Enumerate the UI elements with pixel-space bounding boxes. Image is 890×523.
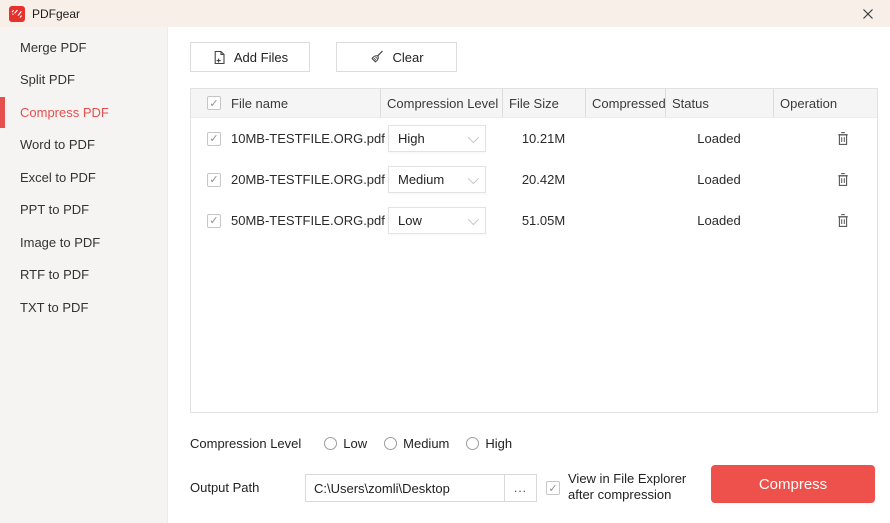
sidebar: Merge PDF Split PDF Compress PDF Word to… bbox=[0, 27, 168, 523]
sidebar-item-label: Merge PDF bbox=[20, 39, 87, 55]
radio-circle-icon bbox=[466, 436, 480, 450]
add-files-label: Add Files bbox=[233, 49, 289, 65]
status-cell: Loaded bbox=[697, 131, 741, 146]
compress-button[interactable]: Compress bbox=[711, 465, 875, 503]
chevron-down-icon bbox=[467, 131, 480, 143]
pdfgear-window: PDFgear Merge PDF Split PDF Compress PDF… bbox=[0, 0, 890, 523]
sidebar-item-excel-to-pdf[interactable]: Excel to PDF bbox=[0, 161, 167, 194]
sidebar-item-merge-pdf[interactable]: Merge PDF bbox=[0, 31, 167, 64]
radio-high-label: High bbox=[485, 435, 513, 451]
select-all-checkbox[interactable]: ✓ bbox=[207, 96, 221, 110]
sidebar-item-label: TXT to PDF bbox=[20, 299, 89, 315]
sidebar-item-ppt-to-pdf[interactable]: PPT to PDF bbox=[0, 194, 167, 227]
column-header-file-size: File Size bbox=[502, 89, 585, 117]
compression-level-select[interactable]: High bbox=[388, 125, 486, 152]
close-icon[interactable] bbox=[855, 0, 881, 27]
radio-circle-icon bbox=[384, 436, 398, 450]
chevron-down-icon bbox=[467, 213, 480, 225]
column-header-operation: Operation bbox=[773, 89, 877, 117]
radio-low[interactable]: Low bbox=[324, 436, 367, 451]
column-header-status: Status bbox=[665, 89, 773, 117]
selected-level-label: High bbox=[398, 131, 425, 146]
radio-low-label: Low bbox=[343, 435, 368, 451]
selected-level-label: Medium bbox=[398, 172, 445, 187]
output-path-input[interactable] bbox=[305, 474, 505, 502]
compress-label: Compress bbox=[758, 475, 828, 493]
radio-medium[interactable]: Medium bbox=[384, 436, 449, 451]
file-name-cell: ✓ 10MB-TESTFILE.ORG.pdf bbox=[191, 131, 385, 146]
sidebar-item-image-to-pdf[interactable]: Image to PDF bbox=[0, 226, 167, 259]
file-name-header-label: File name bbox=[231, 95, 289, 111]
compression-level-select[interactable]: Low bbox=[388, 207, 486, 234]
titlebar: PDFgear bbox=[0, 0, 890, 27]
sidebar-item-word-to-pdf[interactable]: Word to PDF bbox=[0, 129, 167, 162]
compression-level-select[interactable]: Medium bbox=[388, 166, 486, 193]
radio-medium-label: Medium bbox=[403, 435, 450, 451]
column-header-compression-level: Compression Level bbox=[380, 89, 502, 117]
table-row: ✓ 10MB-TESTFILE.ORG.pdf High 10.21M Load… bbox=[191, 118, 877, 159]
sidebar-item-label: Image to PDF bbox=[20, 234, 101, 250]
file-name-label: 50MB-TESTFILE.ORG.pdf bbox=[231, 213, 385, 228]
trash-icon[interactable] bbox=[833, 169, 853, 191]
browse-label: ... bbox=[513, 481, 527, 495]
selected-level-label: Low bbox=[398, 213, 422, 228]
column-header-compressed: Compressed bbox=[585, 89, 666, 117]
file-name-label: 20MB-TESTFILE.ORG.pdf bbox=[231, 172, 385, 187]
sidebar-item-split-pdf[interactable]: Split PDF bbox=[0, 64, 167, 97]
broom-icon bbox=[369, 49, 385, 65]
sidebar-item-txt-to-pdf[interactable]: TXT to PDF bbox=[0, 291, 167, 324]
file-size-cell: 20.42M bbox=[521, 172, 566, 187]
add-files-button[interactable]: Add Files bbox=[190, 42, 310, 72]
files-table: ✓ File name Compression Level File Size … bbox=[190, 88, 878, 413]
add-file-icon bbox=[212, 50, 227, 65]
sidebar-item-label: PPT to PDF bbox=[20, 202, 90, 218]
status-cell: Loaded bbox=[697, 172, 741, 187]
row-checkbox[interactable]: ✓ bbox=[207, 172, 221, 187]
clear-button[interactable]: Clear bbox=[336, 42, 457, 72]
row-checkbox[interactable]: ✓ bbox=[207, 213, 221, 228]
radio-high[interactable]: High bbox=[466, 436, 512, 451]
file-name-label: 10MB-TESTFILE.ORG.pdf bbox=[231, 131, 385, 146]
view-in-explorer-label: View in File Explorer after compression bbox=[568, 471, 686, 503]
column-header-file-name: ✓ File name bbox=[191, 89, 380, 117]
sidebar-item-compress-pdf[interactable]: Compress PDF bbox=[0, 96, 167, 129]
table-row: ✓ 50MB-TESTFILE.ORG.pdf Low 51.05M Loade… bbox=[191, 200, 877, 241]
file-name-cell: ✓ 50MB-TESTFILE.ORG.pdf bbox=[191, 213, 385, 228]
compression-level-row: Compression Level Low Medium High bbox=[190, 434, 529, 452]
sidebar-item-label: Split PDF bbox=[20, 72, 75, 88]
table-header: ✓ File name Compression Level File Size … bbox=[191, 89, 877, 118]
clear-label: Clear bbox=[392, 49, 424, 65]
trash-icon[interactable] bbox=[833, 128, 853, 150]
sidebar-item-label: RTF to PDF bbox=[20, 267, 90, 283]
table-row: ✓ 20MB-TESTFILE.ORG.pdf Medium 20.42M Lo… bbox=[191, 159, 877, 200]
sidebar-item-label: Excel to PDF bbox=[20, 169, 96, 185]
file-name-cell: ✓ 20MB-TESTFILE.ORG.pdf bbox=[191, 172, 385, 187]
sidebar-item-label: Word to PDF bbox=[20, 137, 95, 153]
chevron-down-icon bbox=[467, 172, 480, 184]
sidebar-item-label: Compress PDF bbox=[20, 104, 109, 120]
status-cell: Loaded bbox=[697, 213, 741, 228]
row-checkbox[interactable]: ✓ bbox=[207, 131, 221, 146]
view-label-line1: View in File Explorer bbox=[568, 471, 687, 486]
trash-icon[interactable] bbox=[833, 210, 853, 232]
output-path-label: Output Path bbox=[190, 480, 260, 495]
pdfgear-logo-icon bbox=[9, 5, 25, 22]
app-title: PDFgear bbox=[32, 6, 81, 21]
file-size-cell: 51.05M bbox=[521, 213, 566, 228]
compression-level-label: Compression Level bbox=[190, 435, 302, 451]
view-label-line2: after compression bbox=[568, 487, 672, 502]
view-in-explorer-checkbox[interactable]: ✓ bbox=[546, 481, 560, 495]
file-size-cell: 10.21M bbox=[521, 131, 566, 146]
browse-button[interactable]: ... bbox=[504, 474, 537, 502]
sidebar-item-rtf-to-pdf[interactable]: RTF to PDF bbox=[0, 259, 167, 292]
radio-circle-icon bbox=[324, 436, 338, 450]
